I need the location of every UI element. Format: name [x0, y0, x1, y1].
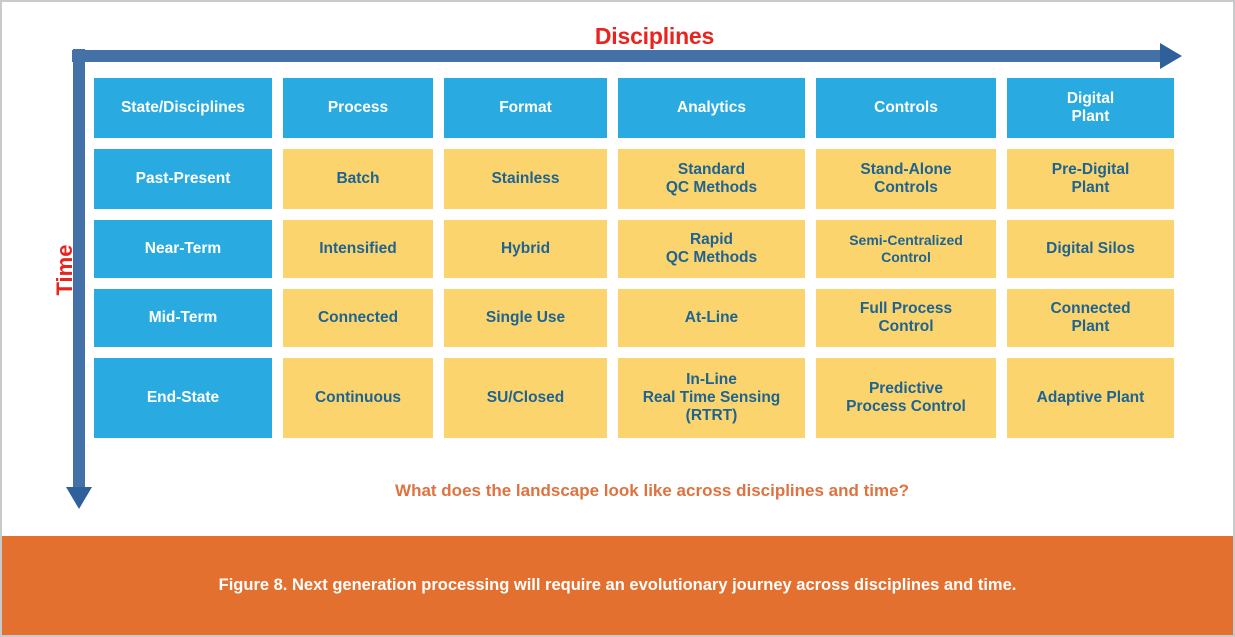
row-label-near-term: Near-Term — [94, 220, 272, 278]
figure-caption: Figure 8. Next generation processing wil… — [218, 576, 1017, 594]
cell-near-term-analytics: Rapid QC Methods — [618, 220, 805, 278]
matrix-row-end-state: End-State Continuous SU/Closed In-Line R… — [94, 358, 1174, 438]
disciplines-arrow-head — [1160, 43, 1182, 69]
cell-end-state-analytics: In-Line Real Time Sensing (RTRT) — [618, 358, 805, 438]
cell-past-present-controls: Stand-Alone Controls — [816, 149, 996, 209]
matrix-header-row: State/Disciplines Process Format Analyti… — [94, 78, 1174, 138]
header-cell-controls: Controls — [816, 78, 996, 138]
x-axis-label-disciplines: Disciplines — [594, 23, 715, 49]
row-label-mid-term: Mid-Term — [94, 289, 272, 347]
disciplines-arrow-shaft — [72, 50, 1164, 62]
cell-mid-term-format: Single Use — [444, 289, 607, 347]
cell-near-term-controls: Semi-Centralized Control — [816, 220, 996, 278]
cell-past-present-format: Stainless — [444, 149, 607, 209]
cell-past-present-digital-plant: Pre-Digital Plant — [1007, 149, 1174, 209]
y-axis-label-time: Time — [52, 244, 77, 296]
cell-end-state-controls: Predictive Process Control — [816, 358, 996, 438]
cell-end-state-digital-plant: Adaptive Plant — [1007, 358, 1174, 438]
cell-end-state-format: SU/Closed — [444, 358, 607, 438]
matrix-grid: State/Disciplines Process Format Analyti… — [94, 78, 1174, 438]
cell-mid-term-digital-plant: Connected Plant — [1007, 289, 1174, 347]
header-cell-state-disciplines: State/Disciplines — [94, 78, 272, 138]
cell-near-term-digital-plant: Digital Silos — [1007, 220, 1174, 278]
cell-mid-term-controls: Full Process Control — [816, 289, 996, 347]
cell-past-present-process: Batch — [283, 149, 433, 209]
matrix-row-past-present: Past-Present Batch Stainless Standard QC… — [94, 149, 1174, 209]
cell-mid-term-analytics: At-Line — [618, 289, 805, 347]
header-cell-process: Process — [283, 78, 433, 138]
header-cell-format: Format — [444, 78, 607, 138]
disciplines-arrow-right-icon — [72, 43, 1182, 69]
matrix-row-near-term: Near-Term Intensified Hybrid Rapid QC Me… — [94, 220, 1174, 278]
cell-mid-term-process: Connected — [283, 289, 433, 347]
time-arrow-head — [66, 487, 92, 509]
cell-end-state-process: Continuous — [283, 358, 433, 438]
header-cell-analytics: Analytics — [618, 78, 805, 138]
cell-near-term-format: Hybrid — [444, 220, 607, 278]
figure-container: Disciplines Time State/Disciplines Proce… — [0, 0, 1235, 637]
question-text: What does the landscape look like across… — [395, 481, 909, 500]
caption-band: Figure 8. Next generation processing wil… — [2, 536, 1233, 635]
header-cell-digital-plant: Digital Plant — [1007, 78, 1174, 138]
cell-past-present-analytics: Standard QC Methods — [618, 149, 805, 209]
matrix-row-mid-term: Mid-Term Connected Single Use At-Line Fu… — [94, 289, 1174, 347]
cell-near-term-process: Intensified — [283, 220, 433, 278]
row-label-end-state: End-State — [94, 358, 272, 438]
row-label-past-present: Past-Present — [94, 149, 272, 209]
